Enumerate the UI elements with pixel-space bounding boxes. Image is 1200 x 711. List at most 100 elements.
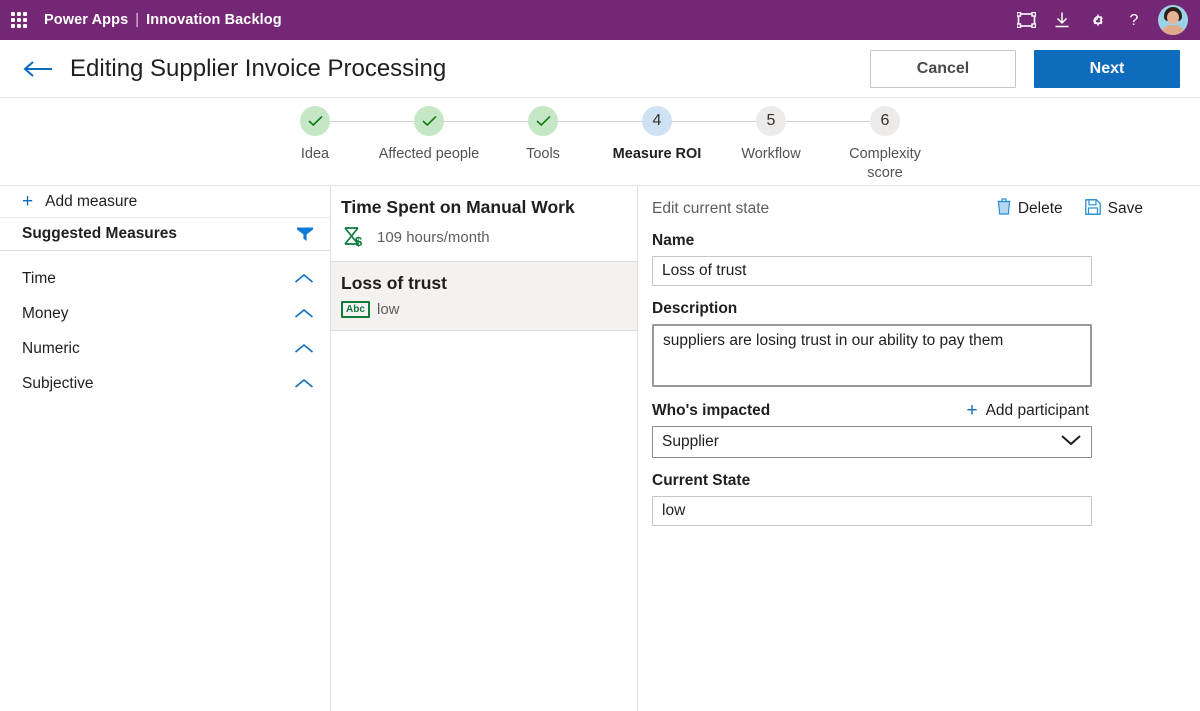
back-arrow-icon[interactable] — [18, 49, 58, 89]
participant-selected-value: Supplier — [662, 433, 719, 450]
filter-icon[interactable] — [296, 226, 314, 242]
measure-list-panel: Time Spent on Manual Work $ 109 hours/mo… — [331, 186, 638, 711]
step-workflow-label[interactable]: Workflow — [741, 145, 800, 164]
suite-separator: | — [135, 12, 140, 28]
step-idea-label[interactable]: Idea — [301, 145, 329, 164]
step-connector — [600, 121, 642, 122]
step-measure-roi[interactable]: 4 Measure ROI — [600, 106, 714, 164]
step-connector — [444, 121, 486, 122]
step-complexity-score-circle[interactable]: 6 — [870, 106, 900, 136]
plus-icon: + — [966, 400, 978, 421]
detail-subtitle: Edit current state — [652, 200, 770, 217]
category-label: Time — [22, 269, 56, 287]
measure-value: low — [377, 301, 400, 318]
measure-detail-panel: Edit current state Delete Save Name Loss… — [638, 186, 1200, 711]
add-measure-button[interactable]: + Add measure — [0, 186, 330, 218]
chevron-up-icon[interactable] — [294, 343, 314, 354]
suite-bar: Power Apps | Innovation Backlog ? — [0, 0, 1200, 40]
description-field-group: Description suppliers are losing trust i… — [652, 300, 1200, 387]
step-connector — [786, 121, 828, 122]
help-icon[interactable]: ? — [1116, 0, 1152, 40]
suggested-measures-header: Suggested Measures — [0, 218, 330, 251]
chevron-down-icon[interactable] — [1060, 433, 1082, 451]
abc-icon-text: Abc — [341, 301, 370, 318]
impacted-header-row: Who's impacted + Add participant — [652, 401, 1200, 420]
step-connector — [558, 121, 600, 122]
download-icon[interactable] — [1044, 0, 1080, 40]
measure-value-row: Abc low — [341, 301, 623, 318]
page-title: Editing Supplier Invoice Processing — [70, 54, 447, 82]
measure-name: Time Spent on Manual Work — [341, 197, 575, 217]
name-label: Name — [652, 232, 695, 249]
category-label: Money — [22, 304, 69, 322]
name-input[interactable]: Loss of trust — [652, 256, 1092, 286]
impacted-field-group: Who's impacted + Add participant Supplie… — [652, 401, 1200, 458]
measure-value-row: $ 109 hours/month — [341, 225, 623, 249]
step-connector — [486, 121, 528, 122]
step-complexity-score[interactable]: 6 Complexity score — [828, 106, 942, 182]
avatar[interactable] — [1158, 5, 1188, 35]
suggested-measures-panel: + Add measure Suggested Measures Time Mo… — [0, 186, 331, 711]
participant-select[interactable]: Supplier — [652, 426, 1092, 458]
gear-icon[interactable] — [1080, 0, 1116, 40]
category-label: Numeric — [22, 339, 80, 357]
step-tools[interactable]: Tools — [486, 106, 600, 164]
hourglass-dollar-icon: $ — [341, 225, 371, 249]
description-label: Description — [652, 300, 738, 317]
suite-brand[interactable]: Power Apps | Innovation Backlog — [44, 12, 282, 28]
step-affected-people-label[interactable]: Affected people — [379, 145, 480, 164]
avatar-face — [1167, 11, 1179, 24]
step-idea[interactable]: Idea — [258, 106, 372, 164]
current-state-input[interactable]: low — [652, 496, 1092, 526]
avatar-body — [1161, 25, 1185, 35]
detail-header: Edit current state Delete Save — [652, 198, 1200, 220]
step-tools-label[interactable]: Tools — [526, 145, 560, 164]
step-connector — [372, 121, 414, 122]
step-affected-people-circle[interactable] — [414, 106, 444, 136]
name-field-group: Name Loss of trust — [652, 232, 1200, 286]
add-participant-button[interactable]: + Add participant — [966, 401, 1089, 420]
step-idea-circle[interactable] — [300, 106, 330, 136]
step-complexity-score-label[interactable]: Complexity score — [833, 145, 937, 182]
step-workflow-circle[interactable]: 5 — [756, 106, 786, 136]
list-item[interactable]: Time Spent on Manual Work $ 109 hours/mo… — [331, 186, 637, 262]
app-name-label: Power Apps — [44, 12, 129, 28]
main-content: + Add measure Suggested Measures Time Mo… — [0, 186, 1200, 711]
chevron-up-icon[interactable] — [294, 308, 314, 319]
measure-value: 109 hours/month — [377, 228, 490, 246]
trash-icon — [997, 198, 1011, 220]
chevron-up-icon[interactable] — [294, 378, 314, 389]
step-tools-circle[interactable] — [528, 106, 558, 136]
svg-text:?: ? — [1130, 12, 1139, 29]
step-measure-roi-label[interactable]: Measure ROI — [613, 145, 702, 164]
command-bar: Editing Supplier Invoice Processing Canc… — [0, 40, 1200, 98]
sidebar-item-numeric[interactable]: Numeric — [0, 331, 330, 366]
chevron-up-icon[interactable] — [294, 273, 314, 284]
step-workflow[interactable]: 5 Workflow — [714, 106, 828, 164]
svg-text:$: $ — [355, 234, 363, 249]
suggested-measures-title: Suggested Measures — [22, 225, 178, 242]
app-launcher-icon[interactable] — [6, 7, 32, 33]
delete-button[interactable]: Delete — [997, 198, 1063, 220]
delete-label: Delete — [1017, 200, 1063, 217]
sidebar-item-time[interactable]: Time — [0, 261, 330, 296]
screen-frame-icon[interactable] — [1008, 0, 1044, 40]
step-connector — [828, 121, 870, 122]
save-button[interactable]: Save — [1084, 198, 1143, 220]
category-label: Subjective — [22, 374, 94, 392]
wizard-stepper: Idea Affected people Tools 4 Measure ROI — [0, 98, 1200, 186]
step-affected-people[interactable]: Affected people — [372, 106, 486, 164]
step-measure-roi-circle[interactable]: 4 — [642, 106, 672, 136]
abc-icon: Abc — [341, 301, 371, 318]
impacted-label: Who's impacted — [652, 402, 771, 419]
cancel-button[interactable]: Cancel — [870, 49, 1016, 88]
sidebar-item-money[interactable]: Money — [0, 296, 330, 331]
description-input[interactable]: suppliers are losing trust in our abilit… — [652, 324, 1092, 387]
current-state-label: Current State — [652, 472, 751, 489]
step-connector — [672, 121, 714, 122]
sidebar-item-subjective[interactable]: Subjective — [0, 366, 330, 401]
next-button[interactable]: Next — [1034, 49, 1180, 88]
save-disk-icon — [1084, 198, 1101, 220]
save-label: Save — [1107, 200, 1143, 217]
list-item[interactable]: Loss of trust Abc low — [331, 262, 637, 331]
